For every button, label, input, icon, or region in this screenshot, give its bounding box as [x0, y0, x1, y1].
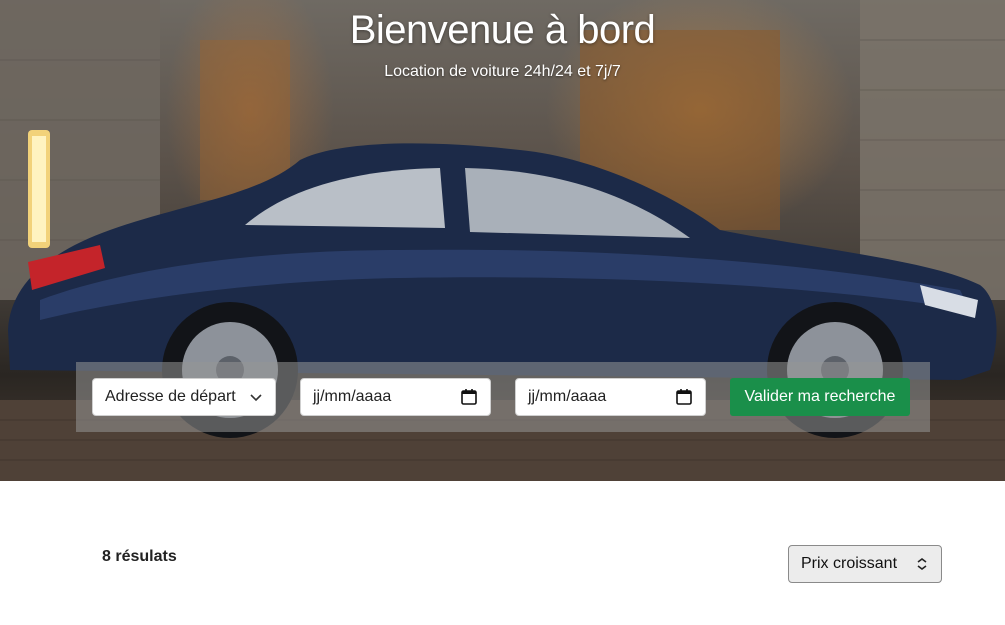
search-form: Adresse de départ jj/mm/aaaa jj/mm/aaaa	[76, 362, 930, 432]
departure-address-select[interactable]: Adresse de départ	[92, 378, 276, 416]
chevron-down-icon	[250, 394, 262, 402]
submit-search-button[interactable]: Valider ma recherche	[730, 378, 910, 416]
chevron-updown-icon	[917, 558, 927, 570]
sort-select-label: Prix croissant	[801, 555, 898, 572]
page-title: Bienvenue à bord	[349, 8, 656, 52]
start-date-placeholder: jj/mm/aaaa	[313, 388, 392, 405]
end-date-placeholder: jj/mm/aaaa	[528, 388, 607, 405]
sort-select[interactable]: Prix croissant	[788, 545, 942, 583]
results-count: 8 résulats	[102, 548, 177, 565]
calendar-icon[interactable]	[675, 388, 693, 406]
departure-select-label: Adresse de départ	[105, 388, 236, 405]
page-subtitle: Location de voiture 24h/24 et 7j/7	[384, 63, 621, 80]
start-date-input[interactable]: jj/mm/aaaa	[300, 378, 491, 416]
hero-banner: Bienvenue à bord Location de voiture 24h…	[0, 0, 1005, 481]
calendar-icon[interactable]	[460, 388, 478, 406]
end-date-input[interactable]: jj/mm/aaaa	[515, 378, 706, 416]
